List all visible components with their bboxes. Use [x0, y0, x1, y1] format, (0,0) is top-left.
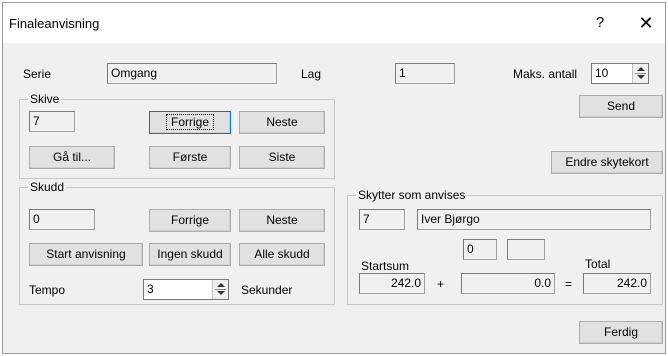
ferdig-button[interactable]: Ferdig: [579, 321, 663, 344]
skive-forrige-label: Forrige: [165, 114, 215, 130]
skudd-forrige-button[interactable]: Forrige: [149, 209, 231, 232]
serie-field: Omgang: [107, 63, 277, 84]
tempo-label: Tempo: [29, 283, 66, 297]
endre-skytekort-button[interactable]: Endre skytekort: [551, 151, 663, 174]
send-button[interactable]: Send: [579, 95, 663, 118]
skudd-neste-button[interactable]: Neste: [239, 209, 325, 232]
total-label: Total: [585, 257, 611, 271]
dialog-window: Finaleanvisning ? ✕ Serie Omgang Lag 1 M…: [2, 2, 666, 354]
skytter-nr-field: 7: [359, 209, 405, 230]
skytter-navn-field: Iver Bjørgo: [417, 209, 651, 230]
start-anvisning-button[interactable]: Start anvisning: [29, 243, 143, 266]
plus-sign: +: [437, 277, 445, 291]
close-button[interactable]: ✕: [629, 11, 663, 35]
maks-antall-stepper[interactable]: 10: [591, 63, 649, 84]
sum-add-field: 0.0: [461, 273, 555, 294]
lag-label: Lag: [301, 67, 322, 81]
skive-field: 7: [29, 111, 75, 132]
window-title: Finaleanvisning: [9, 16, 100, 31]
startsum-field: 242.0: [359, 273, 425, 294]
maks-antall-label: Maks. antall: [513, 67, 578, 81]
title-bar: Finaleanvisning ? ✕: [3, 3, 665, 43]
ingen-skudd-button[interactable]: Ingen skudd: [149, 243, 231, 266]
skive-group-title: Skive: [28, 92, 62, 106]
spin-arrows-icon[interactable]: [632, 64, 648, 83]
skytter-b-field: [507, 239, 545, 260]
skudd-field: 0: [29, 209, 95, 230]
tempo-value: 3: [147, 282, 154, 296]
skive-neste-button[interactable]: Neste: [239, 111, 325, 134]
serie-label: Serie: [23, 67, 52, 81]
skytter-group-title: Skytter som anvises: [356, 188, 468, 202]
tempo-stepper[interactable]: 3: [143, 279, 229, 300]
spin-arrows-icon[interactable]: [212, 280, 228, 299]
siste-button[interactable]: Siste: [239, 146, 325, 169]
total-field: 242.0: [583, 273, 651, 294]
skytter-a-field: 0: [463, 239, 497, 260]
skudd-group-title: Skudd: [28, 180, 67, 194]
forste-button[interactable]: Første: [149, 146, 231, 169]
maks-antall-value: 10: [595, 66, 609, 80]
equals-sign: =: [565, 277, 573, 291]
ga-til-button[interactable]: Gå til...: [29, 146, 115, 169]
sekunder-label: Sekunder: [241, 283, 293, 297]
help-button[interactable]: ?: [583, 11, 617, 35]
skive-forrige-button[interactable]: Forrige: [149, 111, 231, 134]
startsum-label: Startsum: [361, 259, 410, 273]
lag-field: 1: [395, 63, 455, 84]
alle-skudd-button[interactable]: Alle skudd: [239, 243, 325, 266]
